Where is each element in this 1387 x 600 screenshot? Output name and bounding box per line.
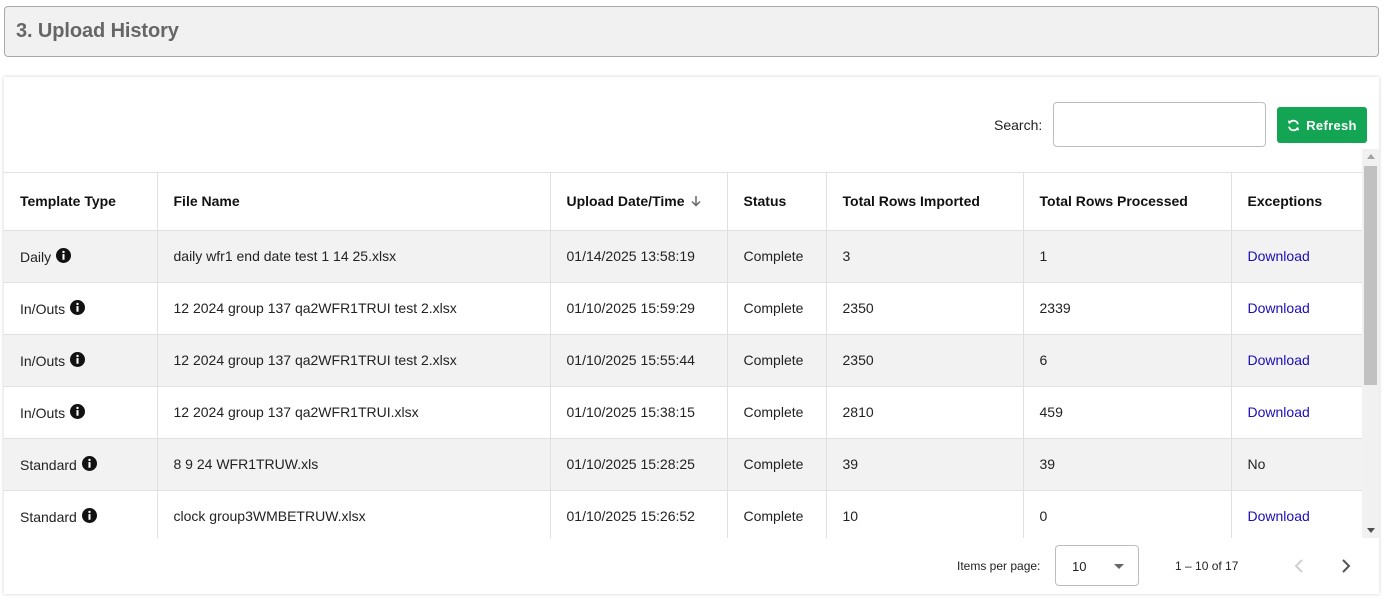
table-body: Daily daily wfr1 end date test 1 14 25.xl…	[4, 230, 1362, 538]
info-icon[interactable]	[81, 507, 97, 523]
table-header-row: Template Type File Name Upload Date/Time…	[4, 173, 1362, 231]
cell-status: Complete	[727, 386, 827, 439]
cell-exceptions: Download	[1231, 282, 1362, 335]
table-row: Daily daily wfr1 end date test 1 14 25.xl…	[4, 230, 1362, 283]
cell-total-rows-imported: 2350	[826, 334, 1024, 387]
cell-total-rows-imported: 2810	[826, 386, 1024, 439]
scroll-down-arrow-icon[interactable]	[1367, 528, 1375, 533]
cell-status: Complete	[727, 282, 827, 335]
cell-template-type: In/Outs	[4, 282, 158, 335]
column-header-file-name[interactable]: File Name	[157, 173, 551, 231]
cell-template-type: Standard	[4, 438, 158, 491]
column-header-template-type[interactable]: Template Type	[4, 173, 158, 231]
info-icon[interactable]	[70, 351, 86, 367]
cell-exceptions: No	[1231, 438, 1362, 491]
paginator: Items per page: 10 1 – 10 of 17	[4, 538, 1379, 594]
download-exceptions-link[interactable]: Download	[1248, 248, 1310, 264]
section-header: 3. Upload History	[4, 6, 1379, 57]
table-row: Standard 8 9 24 WFR1TRUW.xls 01/10/2025 15…	[4, 438, 1362, 491]
column-header-total-rows-imported[interactable]: Total Rows Imported	[826, 173, 1024, 231]
cell-file-name: 12 2024 group 137 qa2WFR1TRUI.xlsx	[157, 386, 551, 439]
previous-page-button[interactable]	[1287, 554, 1311, 578]
refresh-label: Refresh	[1306, 117, 1357, 133]
sort-descending-icon	[690, 196, 701, 207]
cell-upload-date-time: 01/10/2025 15:59:29	[550, 282, 728, 335]
cell-upload-date-time: 01/10/2025 15:55:44	[550, 334, 728, 387]
refresh-button[interactable]: Refresh	[1277, 107, 1367, 143]
cell-file-name: 12 2024 group 137 qa2WFR1TRUI test 2.xls…	[157, 334, 551, 387]
cell-status: Complete	[727, 438, 827, 491]
scrollbar-thumb[interactable]	[1364, 166, 1377, 385]
download-exceptions-link[interactable]: Download	[1248, 508, 1310, 524]
cell-status: Complete	[727, 230, 827, 283]
cell-file-name: 8 9 24 WFR1TRUW.xls	[157, 438, 551, 491]
cell-total-rows-processed: 0	[1023, 490, 1232, 538]
upload-history-table: Template Type File Name Upload Date/Time…	[4, 173, 1362, 538]
cell-file-name: clock group3WMBETRUW.xlsx	[157, 490, 551, 538]
cell-template-type: Daily	[4, 230, 158, 283]
cell-exceptions: Download	[1231, 386, 1362, 439]
upload-history-card: Search: Refresh Template Type File Name	[4, 77, 1379, 594]
items-per-page-value: 10	[1072, 559, 1087, 574]
table-row: In/Outs 12 2024 group 137 qa2WFR1TRUI tes…	[4, 334, 1362, 387]
column-header-exceptions[interactable]: Exceptions	[1231, 173, 1362, 231]
column-header-status[interactable]: Status	[727, 173, 827, 231]
chevron-left-icon	[1294, 559, 1303, 573]
cell-status: Complete	[727, 334, 827, 387]
cell-file-name: daily wfr1 end date test 1 14 25.xlsx	[157, 230, 551, 283]
cell-total-rows-processed: 6	[1023, 334, 1232, 387]
upload-history-table-container[interactable]: Template Type File Name Upload Date/Time…	[4, 172, 1362, 538]
cell-total-rows-processed: 1	[1023, 230, 1232, 283]
info-icon[interactable]	[56, 247, 72, 263]
cell-status: Complete	[727, 490, 827, 538]
search-input[interactable]	[1053, 102, 1266, 147]
cell-exceptions: Download	[1231, 490, 1362, 538]
cell-total-rows-imported: 3	[826, 230, 1024, 283]
info-icon[interactable]	[70, 299, 86, 315]
cell-upload-date-time: 01/10/2025 15:26:52	[550, 490, 728, 538]
cell-upload-date-time: 01/10/2025 15:38:15	[550, 386, 728, 439]
cell-file-name: 12 2024 group 137 qa2WFR1TRUI test 2.xls…	[157, 282, 551, 335]
cell-template-type: Standard	[4, 490, 158, 538]
cell-total-rows-processed: 459	[1023, 386, 1232, 439]
cell-total-rows-processed: 39	[1023, 438, 1232, 491]
download-exceptions-link[interactable]: Download	[1248, 404, 1310, 420]
column-header-upload-date-time[interactable]: Upload Date/Time	[550, 173, 728, 231]
cell-template-type: In/Outs	[4, 386, 158, 439]
cell-total-rows-imported: 39	[826, 438, 1024, 491]
page-range-label: 1 – 10 of 17	[1175, 559, 1239, 573]
download-exceptions-link[interactable]: Download	[1248, 300, 1310, 316]
scroll-up-arrow-icon[interactable]	[1367, 154, 1375, 159]
refresh-icon	[1288, 119, 1300, 131]
items-per-page-select[interactable]: 10	[1055, 545, 1139, 586]
cell-template-type: In/Outs	[4, 334, 158, 387]
cell-total-rows-processed: 2339	[1023, 282, 1232, 335]
next-page-button[interactable]	[1334, 554, 1358, 578]
download-exceptions-link[interactable]: Download	[1248, 352, 1310, 368]
table-row: In/Outs 12 2024 group 137 qa2WFR1TRUI.xls…	[4, 386, 1362, 439]
column-header-total-rows-processed[interactable]: Total Rows Processed	[1023, 173, 1232, 231]
section-title: 3. Upload History	[16, 20, 179, 42]
items-per-page-label: Items per page:	[957, 559, 1041, 573]
cell-upload-date-time: 01/10/2025 15:28:25	[550, 438, 728, 491]
search-label: Search:	[994, 117, 1043, 133]
cell-exceptions: Download	[1231, 230, 1362, 283]
cell-upload-date-time: 01/14/2025 13:58:19	[550, 230, 728, 283]
info-icon[interactable]	[81, 455, 97, 471]
table-scrollbar[interactable]	[1362, 149, 1379, 538]
info-icon[interactable]	[70, 403, 86, 419]
cell-exceptions: Download	[1231, 334, 1362, 387]
cell-total-rows-imported: 10	[826, 490, 1024, 538]
chevron-right-icon	[1342, 559, 1351, 573]
dropdown-caret-icon	[1114, 564, 1124, 569]
table-row: Standard clock group3WMBETRUW.xlsx 01/10/2…	[4, 490, 1362, 538]
table-row: In/Outs 12 2024 group 137 qa2WFR1TRUI tes…	[4, 282, 1362, 335]
cell-total-rows-imported: 2350	[826, 282, 1024, 335]
table-toolbar: Search: Refresh	[4, 102, 1379, 147]
